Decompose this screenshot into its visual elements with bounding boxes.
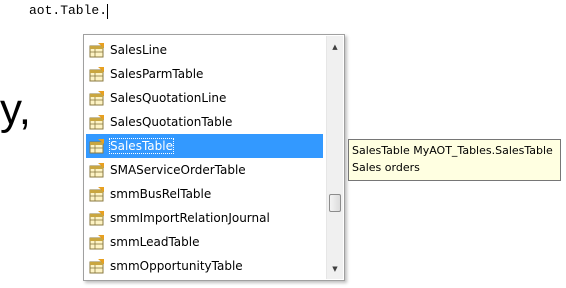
scroll-up-arrow-icon[interactable]: ▲ <box>327 38 343 55</box>
table-icon <box>89 66 104 81</box>
list-item[interactable]: SalesLine <box>86 38 323 62</box>
scrollbar-thumb[interactable] <box>329 194 341 212</box>
list-item[interactable]: SalesParmTable <box>86 62 323 86</box>
code-editor-line[interactable]: aot.Table. <box>29 1 109 21</box>
list-item-label: SalesLine <box>110 43 167 57</box>
list-item[interactable]: SalesQuotationLine <box>86 86 323 110</box>
list-item[interactable]: SalesQuotationTable <box>86 110 323 134</box>
tooltip-signature: SalesTable MyAOT_Tables.SalesTable <box>352 144 553 157</box>
table-icon <box>89 114 104 129</box>
table-icon <box>89 234 104 249</box>
list-item-label: smmLeadTable <box>110 235 200 249</box>
tooltip-description: Sales orders <box>352 161 420 174</box>
text-caret <box>107 3 109 19</box>
intellisense-list[interactable]: SalesLine SalesParmTable SalesQuotationL… <box>86 38 323 278</box>
list-item-label: SalesQuotationTable <box>110 115 233 129</box>
list-item-label: SalesParmTable <box>110 67 204 81</box>
list-item[interactable]: smmImportRelationJournal <box>86 206 323 230</box>
scroll-down-arrow-icon[interactable]: ▼ <box>327 260 343 277</box>
member-tooltip: SalesTable MyAOT_Tables.SalesTable Sales… <box>348 139 561 181</box>
list-item-selected[interactable]: SalesTable <box>86 134 323 158</box>
background-slide-text: y, <box>0 85 31 134</box>
intellisense-dropdown[interactable]: SalesLine SalesParmTable SalesQuotationL… <box>83 34 345 281</box>
list-item[interactable]: smmLeadTable <box>86 230 323 254</box>
table-icon <box>89 42 104 57</box>
code-text: aot.Table. <box>29 3 108 18</box>
list-item-label: smmImportRelationJournal <box>110 211 270 225</box>
list-item-label: smmOpportunityTable <box>110 259 243 273</box>
list-item-label: SalesTable <box>109 138 174 154</box>
list-item[interactable]: SMAServiceOrderTable <box>86 158 323 182</box>
list-item[interactable]: smmOpportunityTable <box>86 254 323 278</box>
table-icon <box>89 162 104 177</box>
table-icon <box>89 258 104 273</box>
table-icon <box>89 210 104 225</box>
list-item-label: SalesQuotationLine <box>110 91 227 105</box>
table-icon <box>89 186 104 201</box>
vertical-scrollbar[interactable]: ▲ ▼ <box>326 36 343 279</box>
list-item-label: SMAServiceOrderTable <box>110 163 246 177</box>
list-item[interactable]: smmBusRelTable <box>86 182 323 206</box>
list-item-label: smmBusRelTable <box>110 187 212 201</box>
table-icon <box>89 90 104 105</box>
table-icon <box>89 138 104 153</box>
